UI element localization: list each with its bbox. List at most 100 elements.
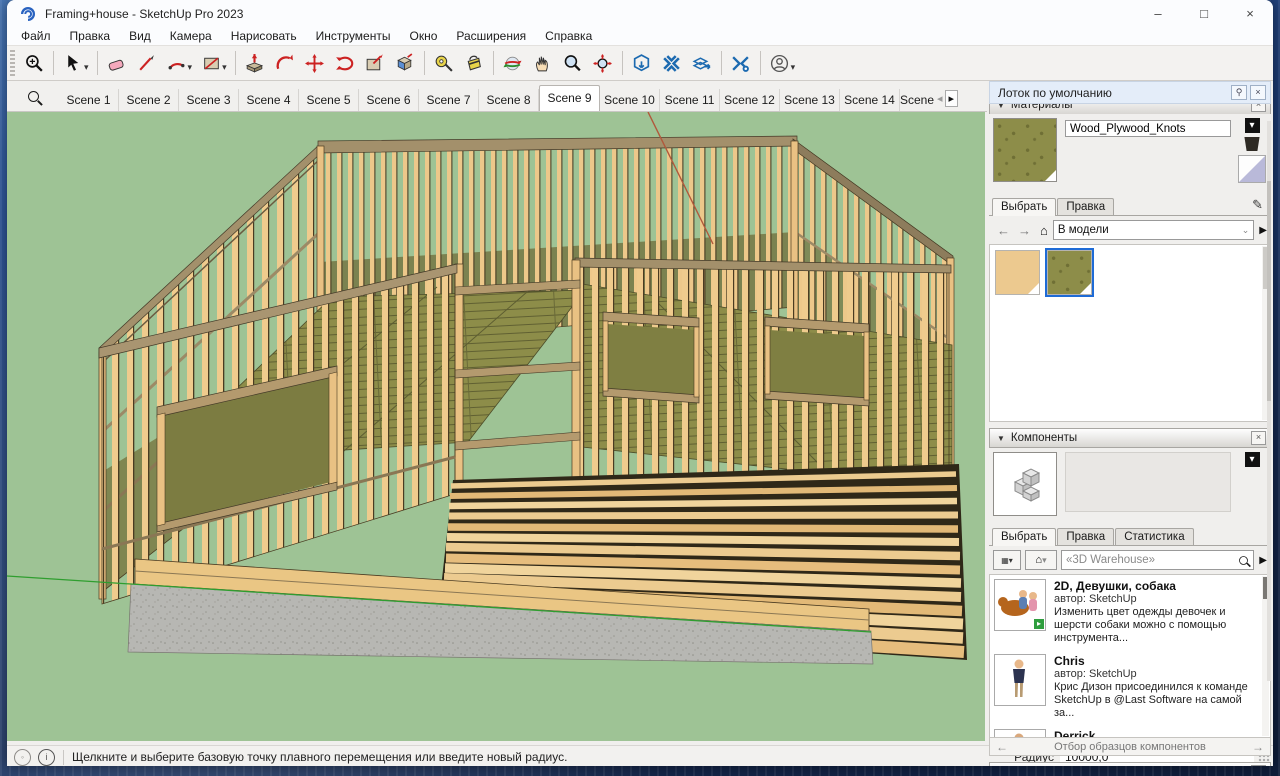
components-close-icon[interactable]: × (1251, 431, 1266, 445)
trimble-connect-icon[interactable] (657, 49, 687, 77)
tape-measure-icon[interactable] (429, 49, 459, 77)
menu-draw[interactable]: Нарисовать (231, 29, 297, 43)
view-options-icon[interactable]: ▦▾ (993, 550, 1021, 570)
styles-close-icon[interactable]: × (1251, 765, 1266, 766)
scene-tab-1[interactable]: Scene 1 (59, 89, 119, 111)
materials-tab-edit[interactable]: Правка (1057, 198, 1114, 215)
forward-icon[interactable]: → (1018, 223, 1031, 238)
zoom-window-icon[interactable] (19, 49, 49, 77)
line-icon[interactable] (132, 49, 162, 77)
menu-file[interactable]: Файл (21, 29, 51, 43)
material-swatch-wood[interactable] (995, 250, 1040, 295)
close-button[interactable]: × (1227, 0, 1273, 27)
scene-search-button[interactable] (7, 83, 59, 111)
footer-prev-icon[interactable]: ← (996, 740, 1008, 754)
components-detail-arrow-icon[interactable]: ▶ (1259, 555, 1267, 566)
component-thumbnail[interactable] (993, 452, 1057, 516)
component-item[interactable]: Chris автор: SketchUp Крис Дизон присоед… (994, 654, 1260, 720)
components-search-box[interactable] (1061, 550, 1254, 570)
minimize-button[interactable]: – (1135, 0, 1181, 27)
extension-manager-icon[interactable] (726, 49, 756, 77)
menu-window[interactable]: Окно (409, 29, 437, 43)
eraser-icon[interactable] (102, 49, 132, 77)
styles-header[interactable]: ▼ Стили × (989, 762, 1271, 766)
scene-tab-11[interactable]: Scene 11 (660, 89, 720, 111)
secondary-pane-icon[interactable]: ▾ (1245, 452, 1260, 467)
materials-tab-select[interactable]: Выбрать (992, 198, 1056, 216)
menu-camera[interactable]: Камера (170, 29, 212, 43)
materials-detail-arrow-icon[interactable]: ▶ (1259, 225, 1267, 236)
materials-close-icon[interactable]: × (1251, 104, 1266, 112)
menu-tools[interactable]: Инструменты (316, 29, 391, 43)
follow-me-icon[interactable] (270, 49, 300, 77)
shapes-caret-icon[interactable]: ▾ (222, 62, 227, 73)
components-tab-select[interactable]: Выбрать (992, 528, 1056, 546)
account-caret-icon[interactable]: ▾ (791, 62, 796, 73)
zoom-extents-icon[interactable] (588, 49, 618, 77)
move-icon[interactable] (300, 49, 330, 77)
component-item[interactable]: ▸ 2D, Девушки, собака автор: SketchUp Из… (994, 579, 1260, 645)
offset-icon[interactable] (360, 49, 390, 77)
back-icon[interactable]: ← (997, 223, 1010, 238)
rotate-icon[interactable] (330, 49, 360, 77)
components-tab-edit[interactable]: Правка (1057, 528, 1114, 545)
sample-paint-eyedropper-icon[interactable]: ✎ (1252, 197, 1263, 213)
push-pull-icon[interactable] (240, 49, 270, 77)
scene-tab-4[interactable]: Scene 4 (239, 89, 299, 111)
scene-tab-5[interactable]: Scene 5 (299, 89, 359, 111)
component-item-thumb: ▸ (994, 579, 1046, 631)
tabs-scroll-right-icon[interactable]: ▸ (945, 90, 959, 107)
scene-tab-6[interactable]: Scene 6 (359, 89, 419, 111)
scene-tab-13[interactable]: Scene 13 (780, 89, 840, 111)
zoom-icon[interactable] (558, 49, 588, 77)
scene-tab-7[interactable]: Scene 7 (419, 89, 479, 111)
viewport-3d[interactable] (7, 112, 985, 741)
tabs-scroll-left-icon[interactable]: ◂ (937, 92, 943, 105)
tray-pin-icon[interactable]: ⚲ (1231, 85, 1247, 100)
menu-view[interactable]: Вид (129, 29, 151, 43)
scene-tab-8[interactable]: Scene 8 (479, 89, 539, 111)
toolbar-drag-handle[interactable] (10, 50, 15, 76)
tray-close-icon[interactable]: × (1250, 85, 1266, 100)
geolocation-icon[interactable]: ◦ (14, 749, 31, 766)
tray-scrollbar[interactable] (1267, 121, 1271, 681)
scene-tab-15[interactable]: Scene 15 (900, 89, 936, 111)
material-swatch-plywood-selected[interactable] (1047, 250, 1092, 295)
menu-extensions[interactable]: Расширения (456, 29, 526, 43)
component-name-field (1065, 452, 1231, 512)
default-material-sample[interactable] (1238, 155, 1266, 183)
menu-help[interactable]: Справка (545, 29, 592, 43)
material-name-input[interactable] (1065, 120, 1231, 137)
collapse-icon[interactable]: ▼ (997, 104, 1005, 110)
components-header[interactable]: ▼ Компоненты × (989, 428, 1271, 448)
menu-edit[interactable]: Правка (70, 29, 111, 43)
secondary-pane-icon[interactable]: ▾ (1245, 118, 1260, 133)
active-material-thumbnail[interactable] (993, 118, 1057, 182)
components-tab-stats[interactable]: Статистика (1115, 528, 1193, 545)
3d-warehouse-icon[interactable] (627, 49, 657, 77)
component-item-thumb (994, 729, 1046, 738)
component-item[interactable]: Derrick автор: SketchUp (994, 729, 1260, 738)
3d-cube-tool-icon[interactable] (390, 49, 420, 77)
share-model-icon[interactable] (687, 49, 717, 77)
components-search-input[interactable] (1066, 554, 1238, 566)
materials-header-label: Материалы (1011, 104, 1251, 111)
scene-tab-9-active[interactable]: Scene 9 (539, 85, 600, 111)
collections-dropdown[interactable]: В модели ⌄ (1053, 220, 1254, 240)
footer-next-icon[interactable]: → (1252, 740, 1264, 754)
arc-caret-icon[interactable]: ▾ (188, 62, 193, 73)
paint-bucket-icon[interactable] (459, 49, 489, 77)
maximize-button[interactable]: □ (1181, 0, 1227, 27)
components-home-icon[interactable]: ⌂▾ (1025, 550, 1057, 570)
scene-tab-14[interactable]: Scene 14 (840, 89, 900, 111)
create-material-icon[interactable] (1243, 137, 1261, 151)
info-icon[interactable]: i (38, 749, 55, 766)
pan-icon[interactable] (528, 49, 558, 77)
scene-tab-10[interactable]: Scene 10 (600, 89, 660, 111)
orbit-icon[interactable] (498, 49, 528, 77)
scene-tab-12[interactable]: Scene 12 (720, 89, 780, 111)
in-model-home-icon[interactable]: ⌂ (1040, 223, 1048, 238)
select-caret-icon[interactable]: ▾ (84, 62, 89, 73)
scene-tab-2[interactable]: Scene 2 (119, 89, 179, 111)
scene-tab-3[interactable]: Scene 3 (179, 89, 239, 111)
